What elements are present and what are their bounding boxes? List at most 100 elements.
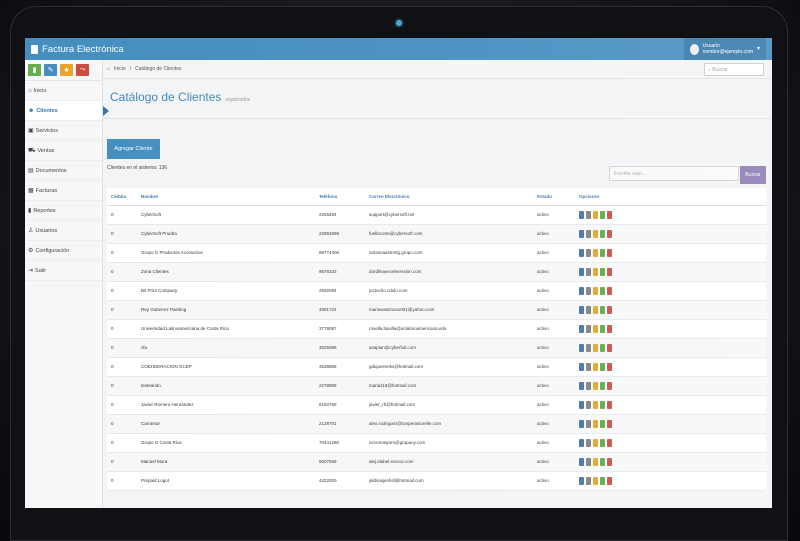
column-header[interactable]: Estado bbox=[533, 188, 575, 206]
folder-icon[interactable] bbox=[593, 229, 598, 238]
column-header[interactable]: Opciones bbox=[575, 188, 766, 206]
folder-icon[interactable] bbox=[593, 305, 598, 314]
lock-icon[interactable] bbox=[600, 267, 605, 276]
lock-icon[interactable] bbox=[600, 248, 605, 257]
edit-icon[interactable] bbox=[579, 457, 584, 466]
sidebar-item-reportes[interactable]: ▮ Reportes bbox=[25, 201, 102, 221]
trash-icon[interactable] bbox=[607, 324, 612, 333]
lock-icon[interactable] bbox=[600, 286, 605, 295]
lock-icon[interactable] bbox=[600, 419, 605, 428]
sidebar-item-inicio[interactable]: ⌂ Inicio bbox=[25, 81, 102, 101]
edit-icon[interactable] bbox=[579, 343, 584, 352]
edit-icon[interactable] bbox=[579, 267, 584, 276]
gear-icon[interactable] bbox=[586, 457, 591, 466]
trash-icon[interactable] bbox=[607, 248, 612, 257]
edit-icon[interactable] bbox=[579, 324, 584, 333]
sidebar-item-salir[interactable]: ⇥ Salir bbox=[25, 261, 102, 281]
share-icon[interactable]: ⤳ bbox=[76, 64, 89, 76]
gear-icon[interactable] bbox=[586, 362, 591, 371]
sidebar-item-usuarios[interactable]: ♙ Usuarios bbox=[25, 221, 102, 241]
trash-icon[interactable] bbox=[607, 381, 612, 390]
gear-icon[interactable] bbox=[586, 286, 591, 295]
lock-icon[interactable] bbox=[600, 324, 605, 333]
gear-icon[interactable] bbox=[586, 210, 591, 219]
column-header[interactable]: Correo Electrónico bbox=[365, 188, 533, 206]
folder-icon[interactable] bbox=[593, 343, 598, 352]
filter-button[interactable]: Buscar bbox=[740, 166, 766, 184]
gear-icon[interactable] bbox=[586, 324, 591, 333]
edit-icon[interactable] bbox=[579, 210, 584, 219]
column-header[interactable]: Nombre bbox=[137, 188, 315, 206]
folder-icon[interactable] bbox=[593, 286, 598, 295]
lock-icon[interactable] bbox=[600, 476, 605, 485]
home-icon[interactable]: ⌂ bbox=[107, 66, 110, 72]
sidebar-item-ventas[interactable]: ⛟ Ventas bbox=[25, 141, 102, 161]
lock-icon[interactable] bbox=[600, 400, 605, 409]
sidebar-item-configuracion[interactable]: ⚙ Configuración bbox=[25, 241, 102, 261]
sidebar-item-servicios[interactable]: ▣ Servicios bbox=[25, 121, 102, 141]
lock-icon[interactable] bbox=[600, 457, 605, 466]
trash-icon[interactable] bbox=[607, 343, 612, 352]
folder-icon[interactable] bbox=[593, 324, 598, 333]
trash-icon[interactable] bbox=[607, 419, 612, 428]
edit-icon[interactable] bbox=[579, 400, 584, 409]
lock-icon[interactable] bbox=[600, 210, 605, 219]
gear-icon[interactable] bbox=[586, 305, 591, 314]
breadcrumb-home[interactable]: Inicio bbox=[114, 66, 126, 72]
star-icon[interactable]: ★ bbox=[60, 64, 73, 76]
gear-icon[interactable] bbox=[586, 267, 591, 276]
chart-icon[interactable]: ▮ bbox=[28, 64, 41, 76]
app-brand[interactable]: Factura Electrónica bbox=[31, 44, 124, 55]
sidebar-item-clientes[interactable]: ☻ Clientes bbox=[25, 101, 109, 121]
edit-icon[interactable] bbox=[579, 305, 584, 314]
folder-icon[interactable] bbox=[593, 400, 598, 409]
folder-icon[interactable] bbox=[593, 267, 598, 276]
lock-icon[interactable] bbox=[600, 381, 605, 390]
lock-icon[interactable] bbox=[600, 305, 605, 314]
trash-icon[interactable] bbox=[607, 438, 612, 447]
folder-icon[interactable] bbox=[593, 419, 598, 428]
lock-icon[interactable] bbox=[600, 362, 605, 371]
folder-icon[interactable] bbox=[593, 210, 598, 219]
edit-icon[interactable] bbox=[579, 419, 584, 428]
edit-icon[interactable] bbox=[579, 381, 584, 390]
column-header[interactable]: Cédula bbox=[107, 188, 137, 206]
trash-icon[interactable] bbox=[607, 362, 612, 371]
user-menu[interactable]: Usuario nombre@ejemplo.com ▾ bbox=[683, 38, 766, 60]
search-input[interactable]: ⌕ Buscar bbox=[704, 63, 764, 76]
trash-icon[interactable] bbox=[607, 476, 612, 485]
folder-icon[interactable] bbox=[593, 476, 598, 485]
trash-icon[interactable] bbox=[607, 286, 612, 295]
edit-icon[interactable] bbox=[579, 438, 584, 447]
sidebar-item-facturas[interactable]: ▦ Facturas bbox=[25, 181, 102, 201]
gear-icon[interactable] bbox=[586, 400, 591, 409]
trash-icon[interactable] bbox=[607, 210, 612, 219]
gear-icon[interactable] bbox=[586, 438, 591, 447]
gear-icon[interactable] bbox=[586, 248, 591, 257]
edit-icon[interactable] bbox=[579, 286, 584, 295]
pencil-icon[interactable]: ✎ bbox=[44, 64, 57, 76]
trash-icon[interactable] bbox=[607, 229, 612, 238]
edit-icon[interactable] bbox=[579, 248, 584, 257]
trash-icon[interactable] bbox=[607, 305, 612, 314]
lock-icon[interactable] bbox=[600, 229, 605, 238]
trash-icon[interactable] bbox=[607, 267, 612, 276]
edit-icon[interactable] bbox=[579, 229, 584, 238]
add-client-button[interactable]: Agregar Cliente bbox=[107, 139, 160, 159]
edit-icon[interactable] bbox=[579, 476, 584, 485]
trash-icon[interactable] bbox=[607, 457, 612, 466]
lock-icon[interactable] bbox=[600, 438, 605, 447]
gear-icon[interactable] bbox=[586, 419, 591, 428]
folder-icon[interactable] bbox=[593, 381, 598, 390]
gear-icon[interactable] bbox=[586, 381, 591, 390]
edit-icon[interactable] bbox=[579, 362, 584, 371]
folder-icon[interactable] bbox=[593, 362, 598, 371]
sidebar-item-documentos[interactable]: ▤ Documentos bbox=[25, 161, 102, 181]
column-header[interactable]: Teléfono bbox=[315, 188, 365, 206]
gear-icon[interactable] bbox=[586, 476, 591, 485]
gear-icon[interactable] bbox=[586, 229, 591, 238]
folder-icon[interactable] bbox=[593, 438, 598, 447]
filter-input[interactable]: Escriba aquí... bbox=[609, 166, 739, 181]
gear-icon[interactable] bbox=[586, 343, 591, 352]
lock-icon[interactable] bbox=[600, 343, 605, 352]
